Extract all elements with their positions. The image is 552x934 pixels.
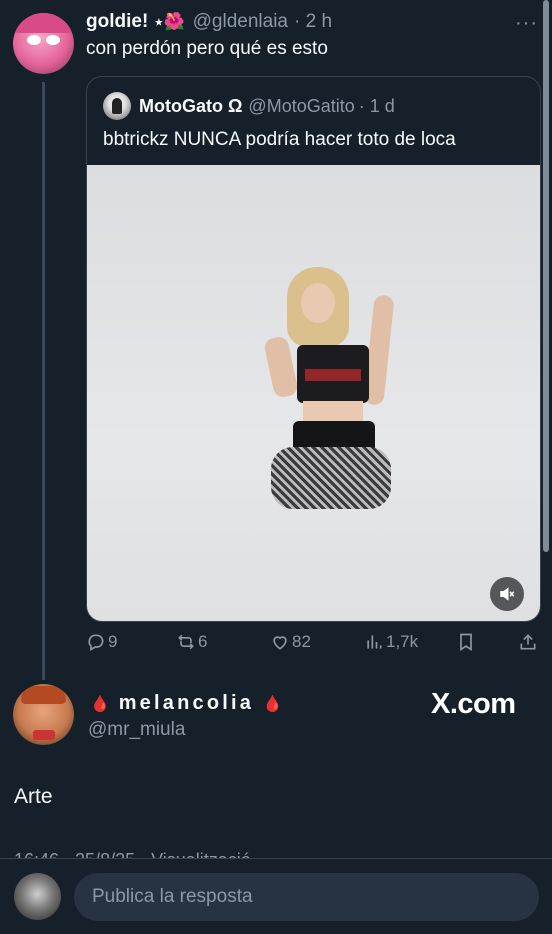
reply-input[interactable]: [74, 873, 539, 921]
reply-author-name-row[interactable]: 🩸 melancolia 🩸: [90, 692, 283, 715]
retweet-count: 6: [198, 632, 208, 651]
own-avatar[interactable]: [14, 873, 61, 920]
reply-count: 9: [108, 632, 118, 651]
subject-legs: [271, 447, 391, 509]
quote-author-name[interactable]: MotoGato Ω: [139, 96, 242, 117]
tweet-time[interactable]: · 2 h: [294, 11, 332, 33]
blood-drop-emoji: 🩸: [262, 696, 283, 713]
like-count: 82: [292, 632, 311, 651]
bookmark-icon: [460, 633, 472, 652]
subject-face: [301, 283, 335, 323]
views-count: 1,7k: [386, 632, 419, 651]
retweet-button[interactable]: 6: [176, 628, 207, 656]
reply-text: Arte: [14, 785, 53, 808]
views-icon: [367, 635, 382, 649]
tweet-header: goldie! ⭑🌺 @gldenlaia · 2 h: [86, 10, 332, 34]
subject-arm: [263, 335, 299, 399]
like-button[interactable]: 82: [270, 628, 311, 656]
views-button[interactable]: 1,7k: [364, 628, 418, 656]
subject-top: [297, 345, 369, 403]
bookmark-button[interactable]: [456, 628, 478, 656]
quoted-tweet[interactable]: MotoGato Ω @MotoGatito · 1 d bbtrickz NU…: [86, 76, 541, 622]
xcom-watermark: X.com: [431, 688, 516, 720]
reply-icon: [88, 634, 104, 651]
retweet-icon: [178, 634, 194, 650]
reply-author-name: melancolia: [118, 692, 255, 714]
more-options-icon[interactable]: ···: [515, 12, 538, 35]
avatar-eye: [46, 35, 60, 45]
speaker-muted-icon[interactable]: [490, 577, 524, 611]
avatar-eye: [27, 35, 41, 45]
reply-author-avatar[interactable]: [13, 684, 74, 745]
quote-author-avatar[interactable]: [103, 92, 131, 120]
top-print: [305, 369, 361, 381]
share-icon: [520, 634, 536, 650]
author-name[interactable]: goldie!: [86, 11, 148, 33]
quote-author-handle[interactable]: @MotoGatito: [248, 96, 354, 117]
avatar-bowtie: [33, 730, 55, 740]
tweet-actions: 9 6 82 1,7k: [86, 628, 541, 656]
thread-connector-line: [42, 82, 45, 680]
scrollbar-thumb[interactable]: [543, 0, 549, 552]
reply-button[interactable]: 9: [86, 628, 117, 656]
share-button[interactable]: [518, 628, 540, 656]
quote-video[interactable]: [87, 165, 540, 621]
reply-author-handle[interactable]: @mr_miula: [88, 719, 185, 741]
quote-time[interactable]: · 1 d: [359, 96, 395, 117]
author-emojis: ⭑🌺: [154, 12, 185, 31]
avatar-hair: [21, 686, 66, 704]
video-subject: [257, 265, 407, 525]
tweet-text: con perdón pero qué es esto: [86, 38, 328, 59]
author-avatar[interactable]: [13, 13, 74, 74]
avatar-hair: [13, 13, 74, 33]
heart-icon: [273, 636, 287, 650]
scrollbar[interactable]: [543, 0, 549, 552]
blood-drop-emoji: 🩸: [90, 696, 110, 713]
reply-composer: [0, 859, 552, 934]
quote-text: bbtrickz NUNCA podría hacer toto de loca: [103, 129, 456, 150]
quote-header: MotoGato Ω @MotoGatito · 1 d: [103, 92, 395, 120]
author-handle[interactable]: @gldenlaia: [193, 11, 288, 33]
